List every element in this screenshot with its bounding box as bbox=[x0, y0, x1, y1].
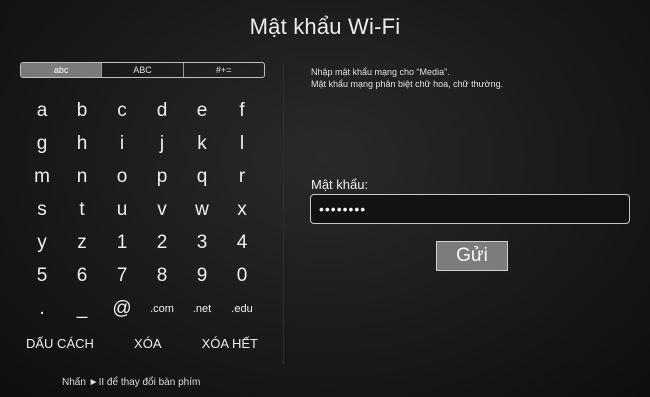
key[interactable]: y bbox=[22, 230, 62, 263]
key[interactable]: 3 bbox=[182, 230, 222, 263]
key-dotcom[interactable]: .com bbox=[142, 296, 182, 329]
tab-symbols[interactable]: #+= bbox=[182, 63, 264, 77]
on-screen-keyboard: a b c d e f g h i j k l m n o p q r s t … bbox=[22, 98, 262, 329]
key[interactable]: t bbox=[62, 197, 102, 230]
key[interactable]: u bbox=[102, 197, 142, 230]
password-label: Mật khẩu: bbox=[311, 177, 369, 192]
keyboard-row: . _ @ .com .net .edu bbox=[22, 296, 262, 329]
key[interactable]: 1 bbox=[102, 230, 142, 263]
key[interactable]: @ bbox=[102, 296, 142, 329]
key[interactable]: 7 bbox=[102, 263, 142, 296]
keyboard-row: m n o p q r bbox=[22, 164, 262, 197]
key[interactable]: k bbox=[182, 131, 222, 164]
tab-lowercase[interactable]: abc bbox=[21, 63, 102, 77]
page-title: Mật khẩu Wi-Fi bbox=[249, 14, 401, 39]
key[interactable]: 0 bbox=[222, 263, 262, 296]
submit-button[interactable]: Gửi bbox=[436, 241, 508, 271]
key[interactable]: 6 bbox=[62, 263, 102, 296]
key[interactable]: 9 bbox=[182, 263, 222, 296]
instruction-line: Nhập mật khẩu mạng cho “Media”. bbox=[311, 67, 450, 77]
instruction-line: Mật khẩu mạng phân biệt chữ hoa, chữ thư… bbox=[311, 79, 504, 89]
key[interactable]: x bbox=[222, 197, 262, 230]
keyboard-row: y z 1 2 3 4 bbox=[22, 230, 262, 263]
key[interactable]: 4 bbox=[222, 230, 262, 263]
key[interactable]: z bbox=[62, 230, 102, 263]
key[interactable]: o bbox=[102, 164, 142, 197]
key[interactable]: n bbox=[62, 164, 102, 197]
key[interactable]: e bbox=[182, 98, 222, 131]
key-dotnet[interactable]: .net bbox=[182, 296, 222, 329]
key[interactable]: 8 bbox=[142, 263, 182, 296]
keyboard-actions: DẤU CÁCH XÓA XÓA HẾT bbox=[20, 336, 264, 351]
keyboard-row: g h i j k l bbox=[22, 131, 262, 164]
keyboard-row: 5 6 7 8 9 0 bbox=[22, 263, 262, 296]
keyboard-row: s t u v w x bbox=[22, 197, 262, 230]
instructions: Nhập mật khẩu mạng cho “Media”. Mật khẩu… bbox=[311, 66, 503, 90]
key[interactable]: g bbox=[22, 131, 62, 164]
password-field[interactable]: •••••••• bbox=[310, 194, 630, 224]
key[interactable]: _ bbox=[62, 296, 102, 329]
key[interactable]: h bbox=[62, 131, 102, 164]
keyboard-switch-hint: Nhấn ►II để thay đổi bàn phím bbox=[62, 377, 201, 388]
key[interactable]: a bbox=[22, 98, 62, 131]
keyboard-mode-tabs: abc ABC #+= bbox=[20, 62, 265, 78]
key[interactable]: r bbox=[222, 164, 262, 197]
key[interactable]: j bbox=[142, 131, 182, 164]
key[interactable]: m bbox=[22, 164, 62, 197]
key[interactable]: . bbox=[22, 296, 62, 329]
key[interactable]: c bbox=[102, 98, 142, 131]
key-dotedu[interactable]: .edu bbox=[222, 296, 262, 329]
delete-button[interactable]: XÓA bbox=[128, 336, 167, 351]
key[interactable]: v bbox=[142, 197, 182, 230]
keyboard-row: a b c d e f bbox=[22, 98, 262, 131]
key[interactable]: b bbox=[62, 98, 102, 131]
key[interactable]: f bbox=[222, 98, 262, 131]
key[interactable]: q bbox=[182, 164, 222, 197]
key[interactable]: p bbox=[142, 164, 182, 197]
space-button[interactable]: DẤU CÁCH bbox=[20, 336, 100, 351]
key[interactable]: 5 bbox=[22, 263, 62, 296]
key[interactable]: l bbox=[222, 131, 262, 164]
key[interactable]: s bbox=[22, 197, 62, 230]
key[interactable]: i bbox=[102, 131, 142, 164]
key[interactable]: w bbox=[182, 197, 222, 230]
clear-all-button[interactable]: XÓA HẾT bbox=[196, 336, 264, 351]
divider bbox=[283, 64, 284, 364]
tab-uppercase[interactable]: ABC bbox=[101, 63, 182, 77]
key[interactable]: 2 bbox=[142, 230, 182, 263]
key[interactable]: d bbox=[142, 98, 182, 131]
